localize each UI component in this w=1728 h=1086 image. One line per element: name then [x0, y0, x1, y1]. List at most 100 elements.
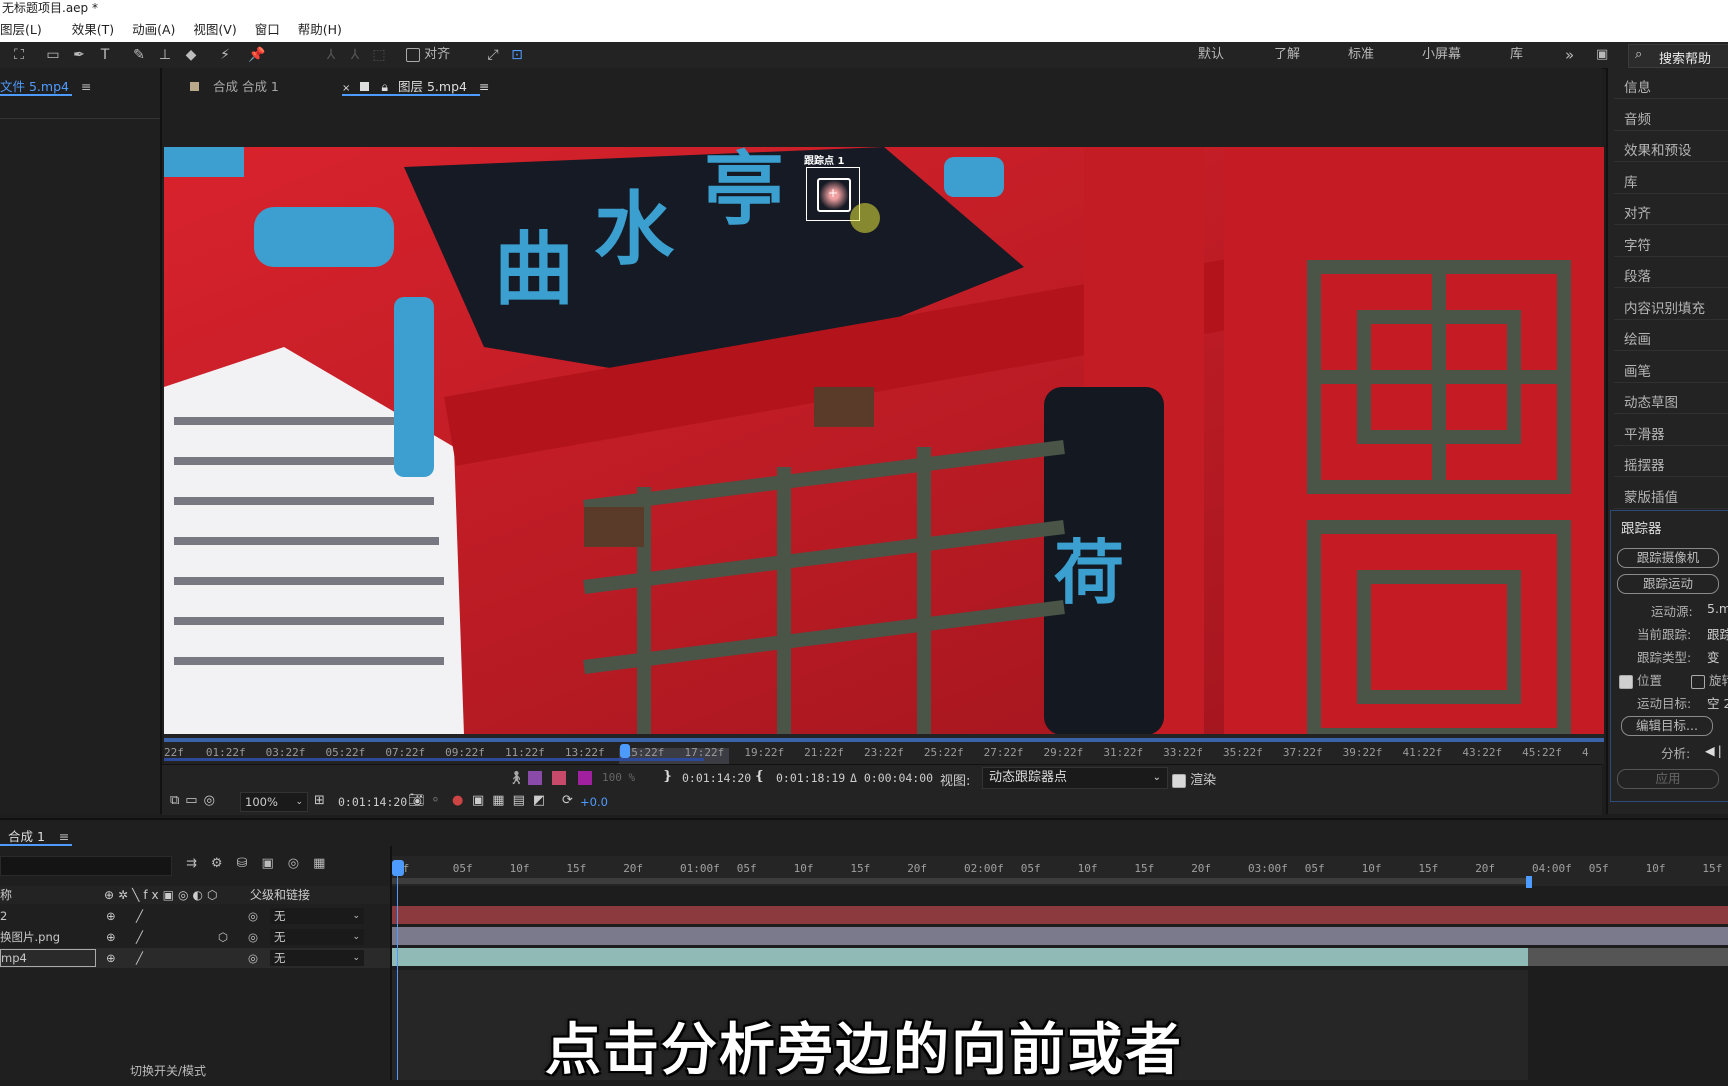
panel-menu-icon[interactable]: ≡ [81, 79, 91, 94]
out-point-time[interactable]: 0:01:18:19 [776, 771, 845, 785]
snapshot-icon[interactable]: 📷︎ [408, 793, 425, 808]
shy-icon[interactable]: ⊕ [106, 927, 116, 947]
layer-row-selected[interactable]: mp4 ⊕ ╱ ◎ 无 ⌄ [0, 948, 390, 968]
workspace-standard[interactable]: 标准 [1348, 46, 1374, 64]
panel-item[interactable]: 段落 [1624, 265, 1651, 285]
panel-item[interactable]: 库 [1624, 171, 1638, 191]
panel-item[interactable]: 蒙版插值 [1624, 486, 1678, 506]
rotation-toggle[interactable]: 旋转 [1691, 670, 1728, 689]
workspace-learn[interactable]: 了解 [1274, 46, 1300, 64]
workspace-menu-icon[interactable]: ▣ [1596, 46, 1608, 64]
select-tool-icon[interactable]: ⛶ [10, 46, 28, 64]
menu-help[interactable]: 帮助(H) [298, 18, 342, 42]
tab-composition[interactable]: 合成 合成 1 [190, 76, 279, 95]
search-help-box[interactable]: ⌕ 搜索帮助 [1628, 44, 1728, 68]
timeline-ruler[interactable]: 0f05f10f15f20f01:00f05f10f15f20f02:00f05… [392, 856, 1728, 888]
puppet-pin-tool-icon[interactable]: 📌 [248, 46, 266, 64]
in-point-time[interactable]: 0:01:14:20 [682, 771, 751, 785]
position-toggle[interactable]: 位置 [1619, 670, 1662, 689]
snap-toggle[interactable]: 对齐 [406, 46, 450, 64]
tab-layer[interactable]: × 🔒︎ 图层 5.mp4 ≡ [342, 76, 489, 95]
shy-icon[interactable]: ⊕ [106, 948, 116, 968]
in-point-icon[interactable]: ❵ [662, 769, 673, 784]
current-time[interactable]: 0:01:14:20 [338, 795, 407, 809]
render-toggle[interactable]: 渲染 [1172, 769, 1216, 788]
channel-icon[interactable]: ● [452, 793, 463, 808]
panel-item[interactable]: 效果和预设 [1624, 139, 1692, 159]
parent-dropdown[interactable]: 无 ⌄ [270, 908, 364, 924]
exposure-value[interactable]: +0.0 [580, 795, 608, 809]
panel-item[interactable]: 信息 [1624, 76, 1651, 96]
workspace-default[interactable]: 默认 [1198, 46, 1224, 64]
timeline-tab[interactable]: 合成 1 ≡ [8, 826, 69, 845]
layer-effect-icon[interactable] [552, 771, 566, 785]
timeline-switches-icons[interactable]: ⇉⚙⛁▣◎▦ [186, 856, 339, 871]
lock-icon[interactable]: 🔒︎ [381, 79, 388, 94]
out-point-icon[interactable]: ❴ [754, 769, 765, 784]
layer-mask-icon[interactable] [528, 771, 542, 785]
current-track-value[interactable]: 跟踪 [1707, 624, 1728, 643]
tab-menu-icon[interactable]: ≡ [479, 79, 489, 94]
rotation-checkbox[interactable] [1691, 674, 1705, 689]
shy-icon[interactable]: ⊕ [106, 906, 116, 926]
layer-row[interactable]: 2 ⊕ ╱ ◎ 无 ⌄ [0, 906, 390, 926]
panel-item[interactable]: 对齐 [1624, 202, 1651, 222]
column-parent[interactable]: 父级和链接 [250, 886, 310, 904]
workspace-small-screen[interactable]: 小屏幕 [1422, 46, 1461, 64]
pickwhip-icon[interactable]: ◎ [248, 927, 258, 947]
panel-item[interactable]: 字符 [1624, 234, 1651, 254]
panel-item[interactable]: 音频 [1624, 108, 1651, 128]
view-options-icons[interactable]: ▣▦▤◩ [472, 793, 553, 808]
zoom-dropdown[interactable]: 100% ⌄ [240, 792, 308, 812]
work-area-range[interactable] [392, 878, 1528, 884]
clone-stamp-tool-icon[interactable]: ⊥ [156, 46, 174, 64]
3d-layer-icon[interactable]: ⬡ [218, 927, 228, 947]
motion-path-icon[interactable]: 🚶︎ [508, 771, 525, 786]
brush-tool-icon[interactable]: ✎ [130, 46, 148, 64]
edit-target-button[interactable]: 编辑目标... [1621, 716, 1713, 736]
video-frame[interactable]: 曲 水 亭 荷 跟踪点 1 + [164, 147, 1604, 735]
eraser-tool-icon[interactable]: ◆ [182, 46, 200, 64]
layer-bar-selected[interactable] [392, 948, 1528, 966]
rectangle-tool-icon[interactable]: ▭ [44, 46, 62, 64]
track-type-value[interactable]: 变 [1707, 647, 1720, 666]
menu-effect[interactable]: 效果(T) [72, 18, 114, 42]
parent-dropdown[interactable]: 无 ⌄ [270, 929, 364, 945]
layer-bar[interactable] [392, 927, 1728, 945]
quality-icon[interactable]: ╱ [136, 927, 143, 947]
layer-bar[interactable] [392, 906, 1728, 924]
fast-preview-icon[interactable]: ⟳ [562, 793, 573, 808]
quality-icon[interactable]: ╱ [136, 906, 143, 926]
layer-time-ruler[interactable]: 22f 01:22f 03:22f 05:22f 07:22f 09:22f 11:22f 1… [164, 734, 1604, 764]
panel-item[interactable]: 摇摆器 [1624, 454, 1665, 474]
menu-layer[interactable]: 图层(L) [0, 18, 42, 42]
menu-view[interactable]: 视图(V) [193, 18, 236, 42]
work-area-end-handle[interactable] [1526, 876, 1532, 888]
panel-item[interactable]: 平滑器 [1624, 423, 1665, 443]
column-name[interactable]: 称 [0, 886, 12, 904]
more-workspaces-icon[interactable]: » [1565, 46, 1574, 64]
safe-margins-icon[interactable]: ⊞ [314, 793, 325, 808]
layer-search-input[interactable] [0, 856, 172, 876]
timeline-navigator[interactable] [392, 846, 1728, 856]
panel-menu-icon[interactable]: ≡ [59, 829, 69, 844]
layer-row[interactable]: 换图片.png ⊕ ╱ ⬡ ◎ 无 ⌄ [0, 927, 390, 947]
apply-button[interactable]: 应用 [1617, 769, 1719, 789]
pen-tool-icon[interactable]: ✒ [70, 46, 88, 64]
menu-animation[interactable]: 动画(A) [132, 18, 175, 42]
roto-brush-tool-icon[interactable]: ⚡ [216, 46, 234, 64]
preview-options-icons[interactable]: ⧉▭◎ [170, 793, 221, 808]
close-icon[interactable]: × [342, 83, 350, 94]
render-checkbox[interactable] [1172, 773, 1186, 788]
type-tool-icon[interactable]: T [96, 46, 114, 64]
playhead[interactable] [392, 860, 404, 876]
motion-source-value[interactable]: 5.mp [1707, 601, 1728, 616]
analyze-backward-button[interactable]: ◀❘ [1705, 743, 1725, 758]
pickwhip-icon[interactable]: ◎ [248, 906, 258, 926]
track-motion-button[interactable]: 跟踪运动 [1617, 574, 1719, 594]
snap-target-icon[interactable]: ⊡ [508, 46, 526, 64]
show-snapshot-icon[interactable]: ⚬ [430, 793, 441, 808]
position-checkbox[interactable] [1619, 674, 1633, 689]
quality-icon[interactable]: ╱ [136, 948, 143, 968]
pickwhip-icon[interactable]: ◎ [248, 948, 258, 968]
